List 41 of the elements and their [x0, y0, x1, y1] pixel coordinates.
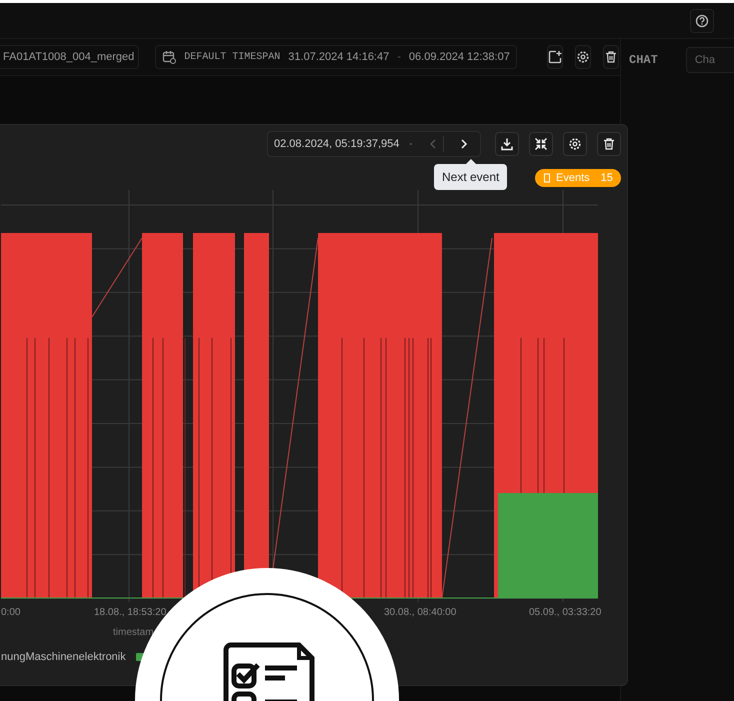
delete-button[interactable]	[602, 45, 619, 69]
timespan-selector[interactable]: DEFAULT TIMESPAN 31.07.2024 14:16:47 - 06.09.2024 12:38:07	[155, 45, 517, 69]
dataset-chip[interactable]: FA01AT1008_004_merged	[0, 45, 140, 69]
add-panel-icon	[548, 50, 562, 64]
axis-tick-label: 30.08., 08:40:00	[384, 607, 456, 618]
settings-button[interactable]	[563, 132, 587, 156]
legend-label[interactable]: nungMaschinenelektronik	[1, 651, 126, 663]
end-date: 06.09.2024 12:38:07	[408, 51, 510, 63]
event-time-field[interactable]: 02.08.2024, 05:19:37,954	[267, 131, 481, 157]
trash-icon	[602, 137, 616, 151]
tooltip-pointer	[466, 159, 476, 164]
chevron-right-icon	[460, 139, 468, 149]
help-button[interactable]	[690, 8, 714, 32]
start-date: 31.07.2024 14:16:47	[288, 51, 390, 63]
settings-icon	[576, 50, 590, 64]
event-time: 02.08.2024, 05:19:37,954	[274, 138, 400, 150]
events-count: 15	[600, 172, 613, 184]
legend-swatch[interactable]	[136, 653, 144, 661]
chat-input-field[interactable]: Cha	[686, 47, 734, 73]
axis-tick-label: 05.09., 03:33:20	[529, 607, 602, 618]
axis-title: timestam	[113, 627, 154, 638]
calendar-icon	[162, 50, 176, 64]
date-separator: -	[397, 51, 401, 63]
chevron-left-icon	[429, 139, 437, 149]
trash-icon	[604, 50, 618, 64]
collapse-icon	[534, 137, 548, 151]
axis-tick-label: 0:00	[1, 607, 20, 618]
delete-button[interactable]	[597, 132, 621, 156]
add-panel-button[interactable]	[546, 45, 563, 69]
axis-tick-label: 18.08., 18:53:20	[94, 607, 166, 618]
download-button[interactable]	[495, 132, 519, 156]
events-label: Events	[556, 172, 590, 184]
settings-icon	[568, 137, 582, 151]
collapse-button[interactable]	[529, 132, 553, 156]
events-icon	[543, 173, 551, 183]
tooltip: Next event	[434, 164, 508, 190]
help-icon	[695, 14, 709, 28]
download-icon	[500, 137, 514, 151]
timespan-label: DEFAULT TIMESPAN	[184, 52, 280, 62]
settings-button[interactable]	[574, 45, 591, 69]
chat-title: CHAT	[629, 53, 658, 67]
